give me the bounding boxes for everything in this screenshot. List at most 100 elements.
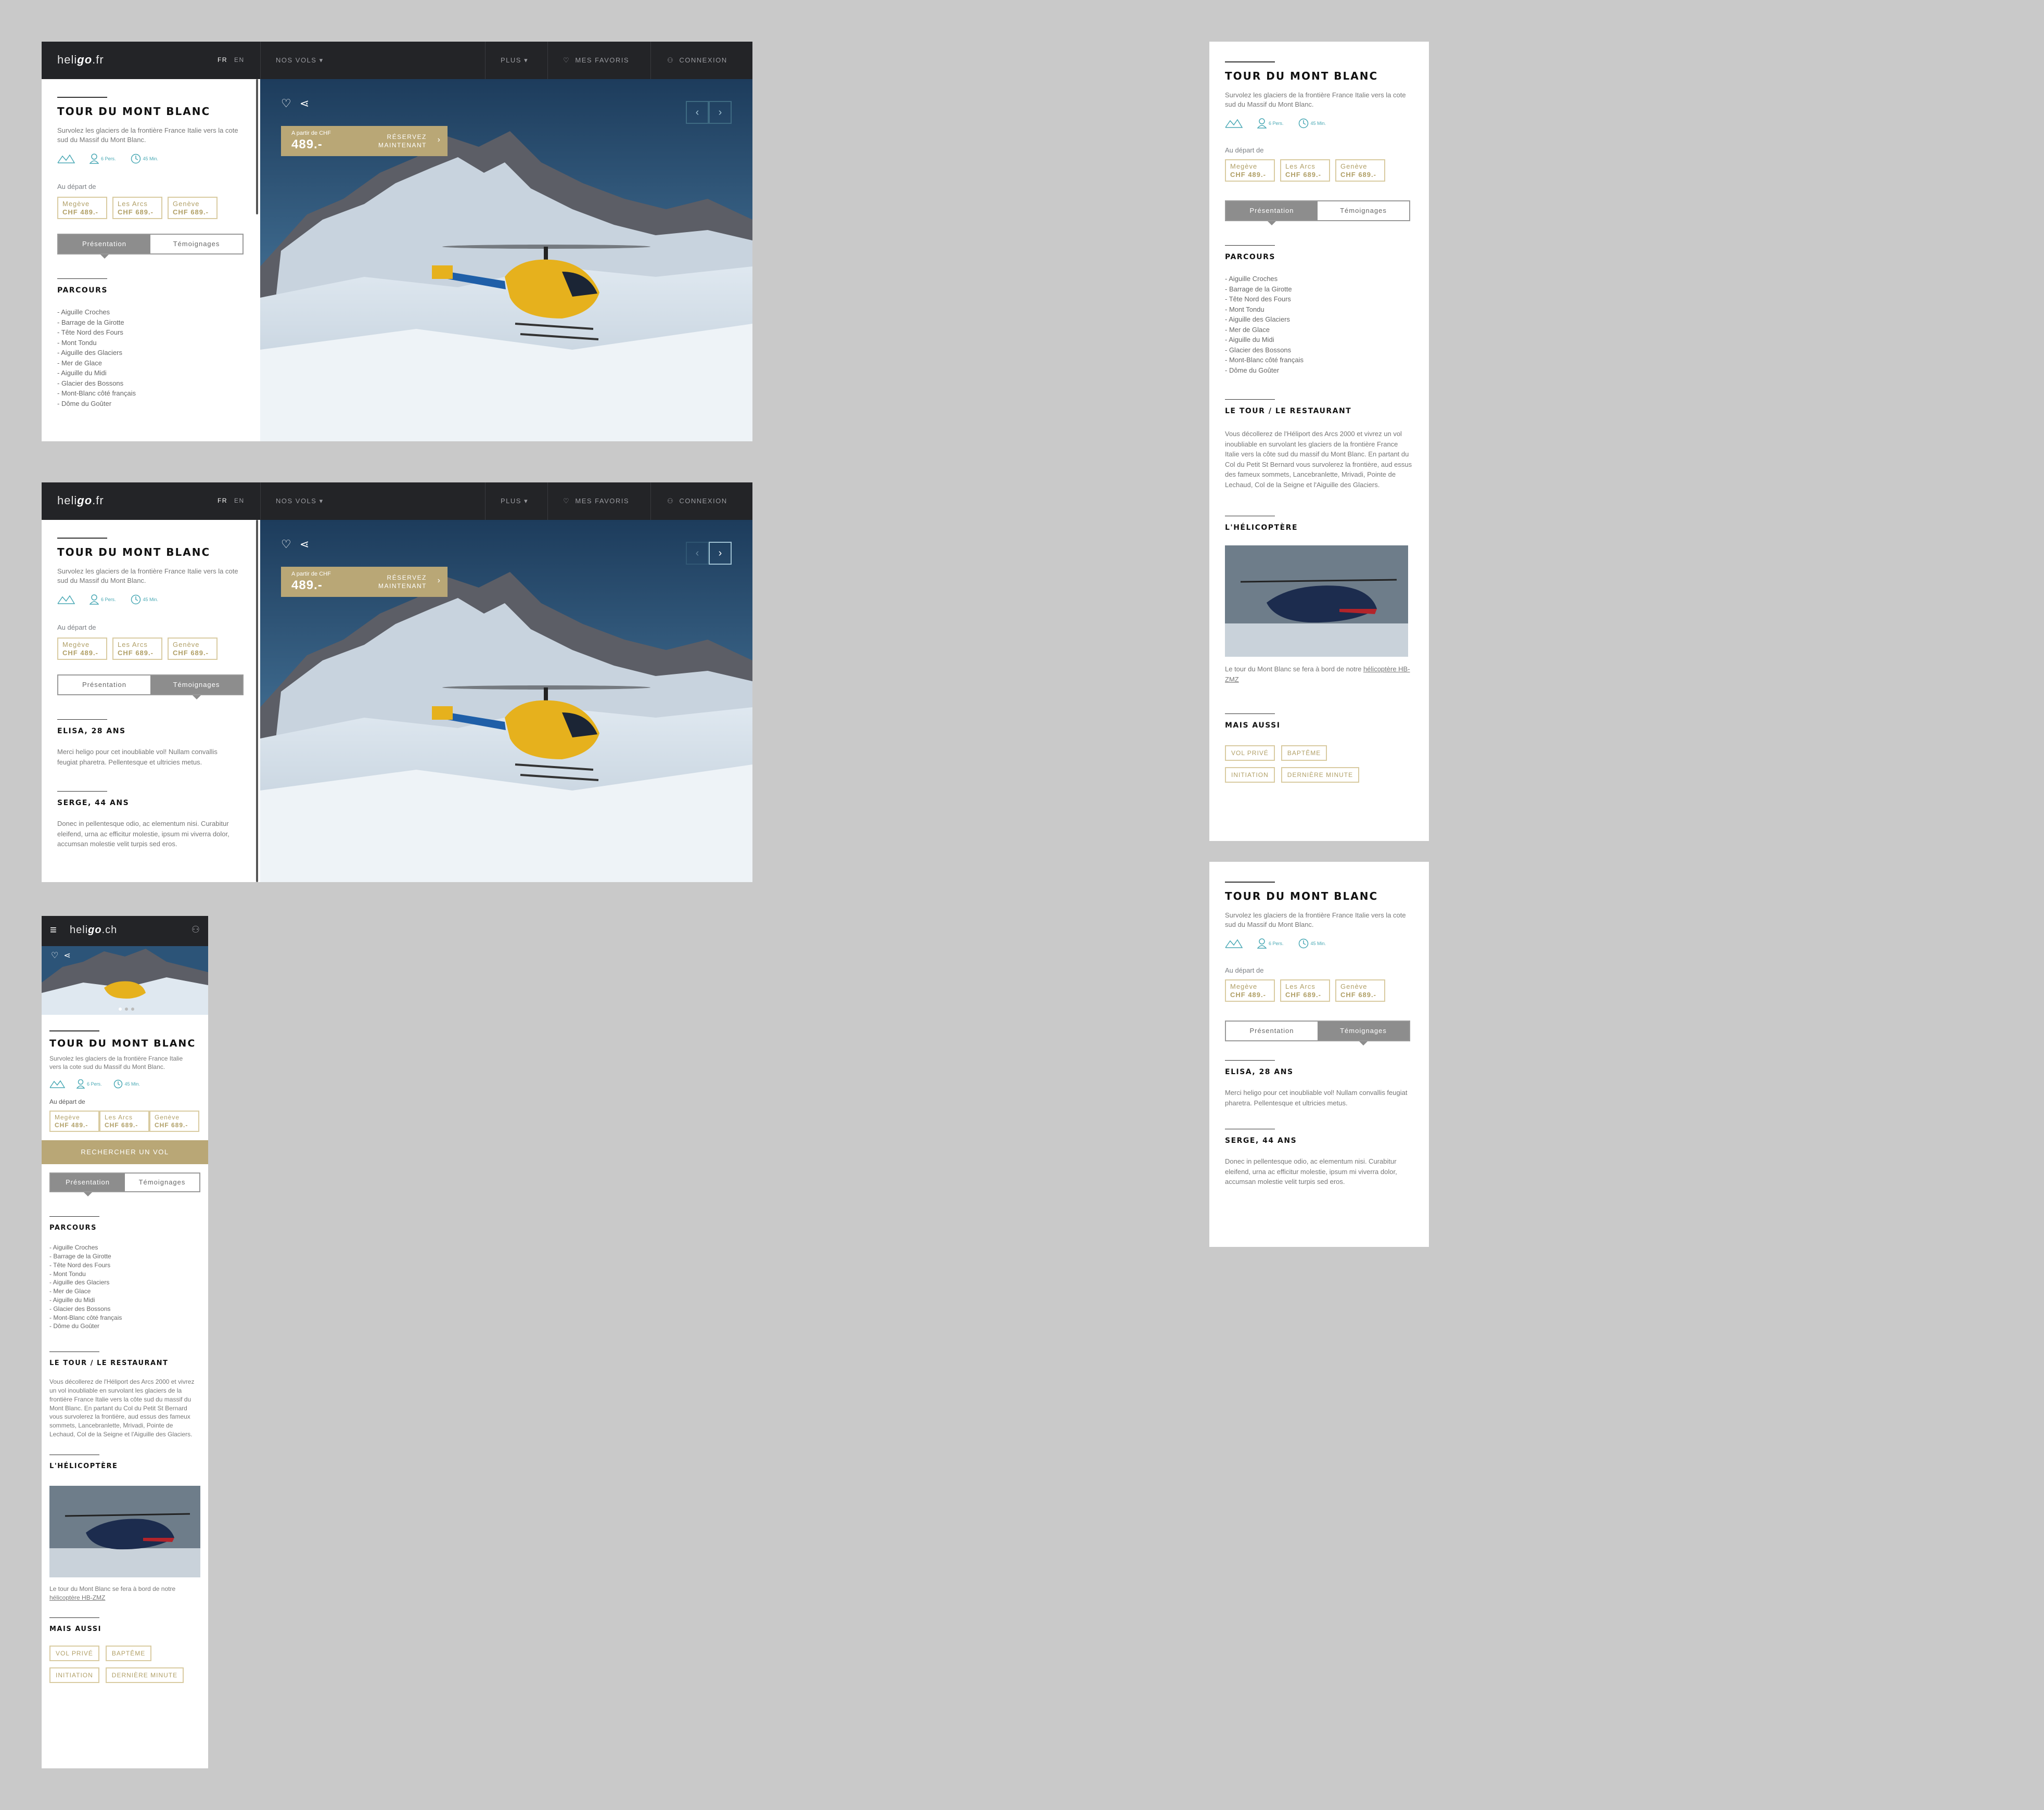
departure-option[interactable]: Genève CHF 689.- [168, 638, 218, 660]
tag-bapteme[interactable]: BAPTÊME [1281, 745, 1327, 761]
prev-slide-button[interactable]: ‹ [686, 542, 709, 565]
lead-text: Survolez les glaciers de la frontière Fr… [1225, 911, 1406, 928]
departures: Megève CHF 489.- Les Arcs CHF 689.- Genève… [57, 197, 245, 220]
desktop-frame-presentation: heligo.fr FR EN NOS VOLS ▾ PLUS ▾ ♡ MES … [42, 42, 752, 441]
tab-temoignages[interactable]: Témoignages [150, 675, 242, 700]
departure-option[interactable]: Megève CHF 489.- [57, 638, 107, 660]
mountain-icon [57, 154, 75, 163]
nav-nos-vols[interactable]: NOS VOLS ▾ [276, 56, 324, 65]
tab-presentation[interactable]: Présentation [1226, 201, 1318, 226]
departure-option[interactable]: Les Arcs CHF 689.- [99, 1111, 149, 1132]
user-icon: ⚇ [667, 497, 674, 505]
nav-plus[interactable]: PLUS ▾ [501, 497, 528, 505]
parcours-list: - Aiguille Croches - Barrage de la Girott… [1225, 275, 1304, 374]
nav-connexion[interactable]: ⚇ CONNEXION [667, 56, 727, 65]
tab-presentation[interactable]: Présentation [1226, 1022, 1318, 1040]
helicopter-caption: Le tour du Mont Blanc se fera à bord de … [49, 1585, 176, 1601]
persons-icon: 6 Pers. [90, 154, 116, 164]
tag-initiation[interactable]: INITIATION [1225, 767, 1275, 783]
tag-initiation[interactable]: INITIATION [49, 1667, 99, 1684]
lang-fr[interactable]: FR [218, 497, 227, 504]
heart-icon[interactable]: ♡ [281, 538, 291, 551]
departure-option[interactable]: Genève CHF 689.- [1335, 979, 1385, 1002]
tabs: Présentation Témoignages [57, 674, 244, 700]
clock-icon: 45 Min. [131, 594, 158, 605]
hero-image: ♡ ⋖ A partir de CHF 489.- RÉSERVEZ MAINTEN… [260, 79, 752, 441]
tag-derniere-minute[interactable]: DERNIÈRE MINUTE [105, 1667, 184, 1684]
tab-temoignages[interactable]: Témoignages [150, 235, 242, 253]
nav-nos-vols[interactable]: NOS VOLS ▾ [276, 497, 324, 505]
tab-presentation[interactable]: Présentation [50, 1174, 125, 1197]
tab-presentation[interactable]: Présentation [58, 235, 150, 259]
departure-option[interactable]: Megève CHF 489.- [49, 1111, 99, 1132]
share-icon[interactable]: ⋖ [300, 538, 309, 551]
logo[interactable]: heligo.ch [70, 924, 117, 936]
departure-option[interactable]: Genève CHF 689.- [149, 1111, 199, 1132]
user-icon: ⚇ [667, 56, 674, 64]
mobile-frame: ≡ heligo.ch ⚇ ♡ ⋖ TOUR DU MONT BLANC Surv… [42, 916, 208, 1768]
mountain-icon [1225, 939, 1243, 948]
tab-temoignages[interactable]: Témoignages [1318, 201, 1409, 220]
nav-plus[interactable]: PLUS ▾ [501, 56, 528, 65]
menu-icon[interactable]: ≡ [50, 923, 57, 937]
departure-option[interactable]: Les Arcs CHF 689.- [112, 197, 162, 220]
nav-connexion[interactable]: ⚇ CONNEXION [667, 497, 727, 505]
lang-en[interactable]: EN [234, 56, 245, 63]
sidebar-scrollbar[interactable] [256, 79, 258, 214]
tag-bapteme[interactable]: BAPTÊME [105, 1646, 152, 1662]
departure-option[interactable]: Les Arcs CHF 689.- [112, 638, 162, 660]
carousel-dots[interactable] [119, 1008, 134, 1011]
testimonial-text: Donec in pellentesque odio, ac elementum… [57, 820, 229, 848]
testimonial-text: Merci heligo pour cet inoubliable vol! N… [57, 748, 218, 766]
tablet-frame-temoignages: TOUR DU MONT BLANC Survolez les glaciers… [1209, 862, 1429, 1247]
tag-vol-prive[interactable]: VOL PRIVÉ [49, 1646, 99, 1662]
chevron-right-icon: › [437, 135, 440, 144]
clock-icon: 45 Min. [1298, 938, 1326, 949]
user-icon[interactable]: ⚇ [191, 924, 200, 935]
helicopter-image [49, 1485, 200, 1577]
tab-temoignages[interactable]: Témoignages [1318, 1022, 1409, 1046]
next-slide-button[interactable]: › [709, 542, 732, 565]
page-title: TOUR DU MONT BLANC [57, 105, 211, 118]
tab-temoignages[interactable]: Témoignages [125, 1174, 199, 1191]
lang-en[interactable]: EN [234, 497, 245, 504]
nav-favoris[interactable]: ♡ MES FAVORIS [563, 497, 629, 505]
heart-icon[interactable]: ♡ [51, 950, 58, 961]
prev-slide-button[interactable]: ‹ [686, 101, 709, 124]
logo[interactable]: heligo.fr [57, 53, 104, 67]
parcours-list: - Aiguille Croches - Barrage de la Girott… [57, 308, 136, 407]
departure-option[interactable]: Genève CHF 689.- [1335, 159, 1385, 182]
nav-favoris[interactable]: ♡ MES FAVORIS [563, 56, 629, 65]
share-icon[interactable]: ⋖ [63, 950, 70, 961]
price-cta[interactable]: A partir de CHF 489.- RÉSERVEZ MAINTENANT… [281, 567, 448, 597]
heart-icon[interactable]: ♡ [281, 97, 291, 110]
lang-fr[interactable]: FR [218, 56, 227, 63]
logo[interactable]: heligo.fr [57, 494, 104, 507]
departure-option[interactable]: Megève CHF 489.- [1225, 979, 1275, 1002]
tag-vol-prive[interactable]: VOL PRIVÉ [1225, 745, 1275, 761]
section-title: L'HÉLICOPTÈRE [1225, 524, 1298, 532]
mobile-hero-image: ♡ ⋖ [42, 946, 208, 1015]
tabs: Présentation Témoignages [57, 234, 244, 259]
tab-presentation[interactable]: Présentation [58, 675, 150, 694]
search-flight-button[interactable]: RECHERCHER UN VOL [42, 1140, 208, 1165]
departure-option[interactable]: Les Arcs CHF 689.- [1280, 979, 1330, 1002]
page-title: TOUR DU MONT BLANC [49, 1038, 196, 1049]
clock-icon: 45 Min. [113, 1079, 140, 1089]
sidebar-scrollbar[interactable] [256, 520, 258, 882]
departure-option[interactable]: Les Arcs CHF 689.- [1280, 159, 1330, 182]
departure-option[interactable]: Genève CHF 689.- [168, 197, 218, 220]
tag-derniere-minute[interactable]: DERNIÈRE MINUTE [1281, 767, 1360, 783]
departure-option[interactable]: Megève CHF 489.- [1225, 159, 1275, 182]
lead-text: Survolez les glaciers de la frontière Fr… [57, 567, 238, 584]
price-cta[interactable]: A partir de CHF 489.- RÉSERVEZ MAINTENANT… [281, 126, 448, 156]
heart-icon: ♡ [563, 497, 570, 505]
departure-option[interactable]: Megève CHF 489.- [57, 197, 107, 220]
helicopter-link[interactable]: hélicoptère HB-ZMZ [49, 1594, 105, 1601]
helicopter-image [1225, 545, 1408, 657]
clock-icon: 45 Min. [1298, 118, 1326, 129]
tabs: Présentation Témoignages [1225, 1021, 1410, 1046]
next-slide-button[interactable]: › [709, 101, 732, 124]
share-icon[interactable]: ⋖ [300, 97, 309, 110]
top-nav: heligo.fr FR EN NOS VOLS ▾ PLUS ▾ ♡ MES … [42, 482, 752, 520]
